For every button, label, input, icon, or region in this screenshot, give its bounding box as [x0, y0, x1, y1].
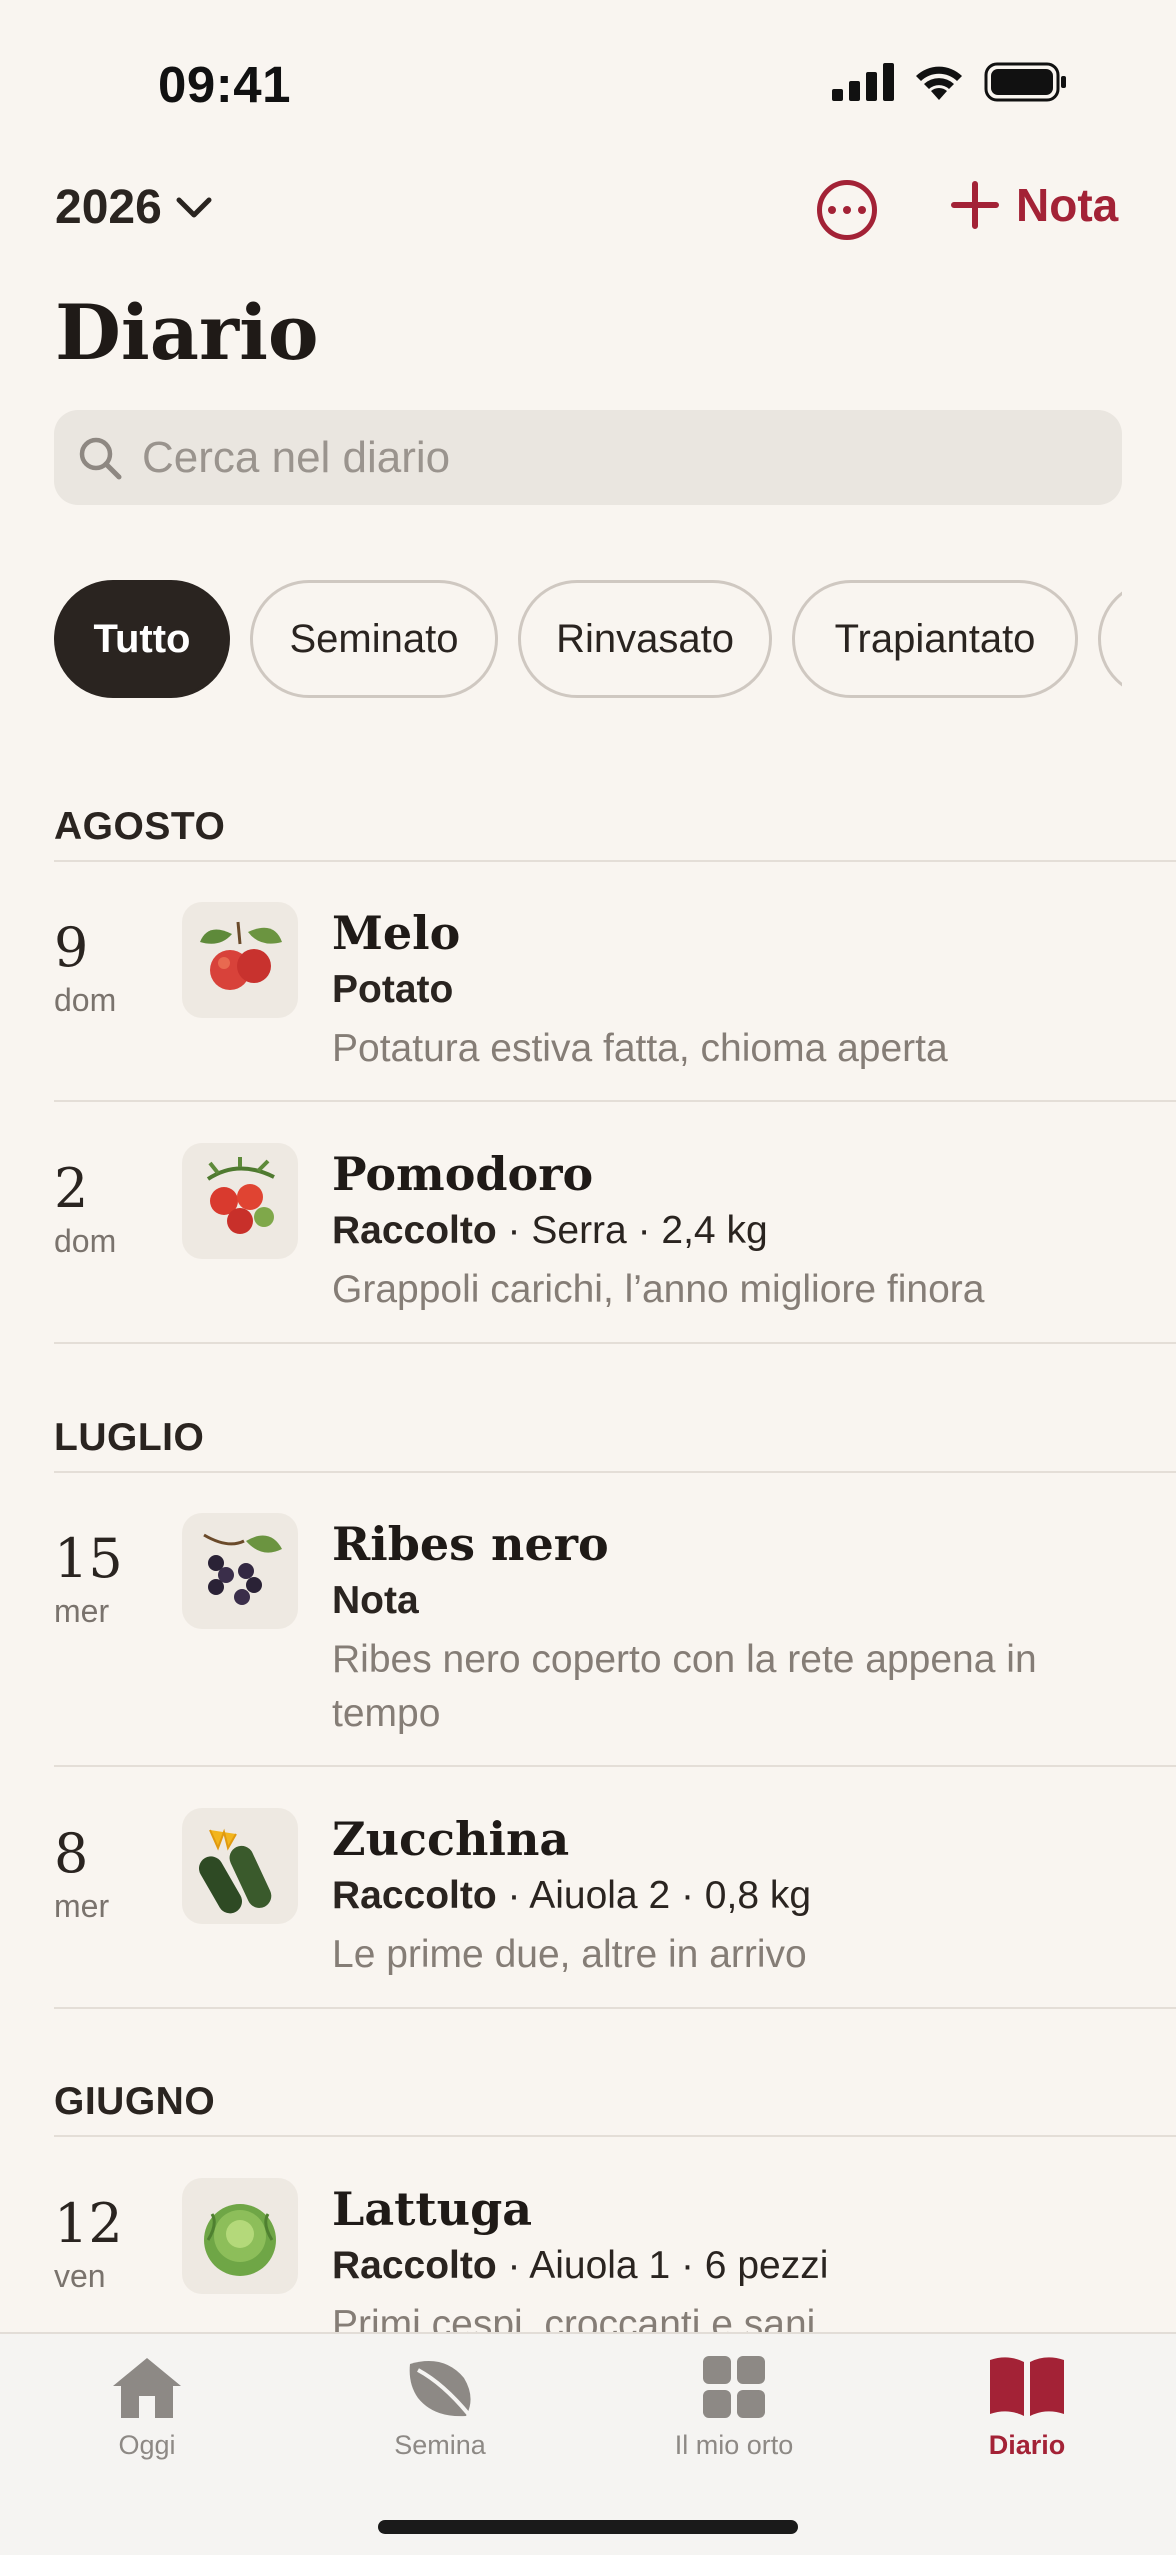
lettuce-icon	[182, 2178, 298, 2294]
search-input[interactable]	[142, 432, 1042, 483]
entry-plant-name: Melo	[332, 906, 461, 960]
grid-icon	[703, 2356, 765, 2418]
tab-oggi[interactable]: Oggi	[47, 2354, 247, 2461]
entry-extra: · Serra · 2,4 kg	[496, 1209, 768, 1252]
entry-note: Ribes nero coperto con la rete appena in…	[332, 1638, 1037, 1735]
tomato-icon	[182, 1143, 298, 1259]
month-header-giugno: GIUGNO	[54, 2080, 216, 2123]
tab-diario[interactable]: Diario	[927, 2354, 1127, 2461]
tab-label: Semina	[394, 2430, 486, 2460]
entry-extra: · Aiuola 1 · 6 pezzi	[496, 2244, 829, 2287]
year-picker[interactable]: 2026	[55, 180, 212, 235]
search-bar[interactable]	[54, 410, 1122, 505]
entry-detail: Raccolto · Aiuola 2 · 0,8 kg	[332, 1874, 811, 1918]
filter-chips: Tutto Seminato Rinvasato Trapiantato	[54, 580, 1122, 700]
entry-weekday: mer	[54, 1888, 110, 1924]
entry-extra: · Aiuola 2 · 0,8 kg	[496, 1874, 812, 1917]
divider	[54, 2007, 1176, 2009]
blackcurrant-icon	[182, 1513, 298, 1629]
month-header-luglio: LUGLIO	[54, 1416, 205, 1459]
entry-note: Potatura estiva fatta, chioma aperta	[332, 1027, 948, 1070]
leaf-icon	[409, 2361, 472, 2418]
entry-day: 9	[54, 916, 89, 979]
divider	[54, 1342, 1176, 1344]
entry-action: Potato	[332, 968, 454, 1011]
add-note-label: Nota	[1016, 179, 1119, 231]
chevron-down-icon	[176, 197, 212, 217]
ellipsis-dot	[843, 206, 851, 214]
entry-day: 8	[54, 1822, 89, 1885]
entry-detail: Raccolto · Aiuola 1 · 6 pezzi	[332, 2244, 828, 2288]
tab-label: Diario	[988, 2430, 1066, 2460]
entry-day: 2	[54, 1157, 89, 1220]
entry-action: Raccolto	[332, 1209, 497, 1252]
entry-weekday: dom	[54, 982, 117, 1018]
tab-label: Oggi	[118, 2430, 176, 2460]
wifi-icon	[916, 66, 962, 100]
add-note-button[interactable]: Nota	[950, 178, 1118, 232]
entry-action: Raccolto	[332, 1874, 497, 1917]
entry-action: Raccolto	[332, 2244, 497, 2287]
ellipsis-icon	[828, 206, 836, 214]
search-icon	[79, 437, 122, 479]
year-label: 2026	[55, 181, 162, 234]
entry-plant-name: Ribes nero	[332, 1517, 609, 1571]
battery-icon	[984, 62, 1066, 102]
status-bar: 09:41	[0, 0, 1176, 150]
entry-plant-name: Zucchina	[332, 1812, 570, 1866]
entry-day: 15	[54, 1527, 123, 1590]
status-time: 09:41	[158, 56, 291, 113]
tab-label: Il mio orto	[674, 2430, 794, 2460]
divider	[54, 860, 1176, 862]
filter-chip-trapiantato[interactable]: Trapiantato	[792, 580, 1078, 698]
entry-plant-name: Lattuga	[332, 2182, 533, 2236]
divider	[54, 1765, 1176, 1767]
month-header-agosto: AGOSTO	[54, 805, 226, 848]
entry-plant-name: Pomodoro	[332, 1147, 594, 1201]
filter-chip-more[interactable]	[1098, 580, 1122, 698]
home-indicator	[378, 2520, 798, 2534]
divider	[54, 2135, 1176, 2137]
more-options-button[interactable]	[817, 180, 877, 240]
divider	[54, 1471, 1176, 1473]
filter-chip-rinvasato[interactable]: Rinvasato	[518, 580, 772, 698]
entry-detail: Potato	[332, 968, 453, 1012]
entry-note: Le prime due, altre in arrivo	[332, 1933, 807, 1976]
page-title: Diario	[55, 288, 319, 377]
zucchini-icon	[182, 1808, 298, 1924]
status-icons	[832, 62, 1068, 102]
entry-day: 12	[54, 2192, 123, 2255]
entry-action: Nota	[332, 1579, 419, 1622]
divider	[54, 1100, 1176, 1102]
ellipsis-dot	[858, 206, 866, 214]
signal-icon	[832, 63, 894, 101]
book-icon	[990, 2357, 1064, 2416]
entry-note: Grappoli carichi, l’anno migliore finora	[332, 1268, 985, 1311]
plus-icon	[951, 181, 999, 229]
entry-weekday: mer	[54, 1593, 110, 1629]
tab-il-mio-orto[interactable]: Il mio orto	[634, 2354, 834, 2461]
filter-chip-tutto[interactable]: Tutto	[54, 580, 230, 698]
entry-weekday: dom	[54, 1223, 117, 1259]
apple-icon	[182, 902, 298, 1018]
filter-chip-seminato[interactable]: Seminato	[250, 580, 498, 698]
tab-semina[interactable]: Semina	[340, 2354, 540, 2461]
entry-detail: Nota	[332, 1579, 419, 1623]
home-icon	[113, 2358, 181, 2418]
entry-weekday: ven	[54, 2258, 106, 2294]
entry-detail: Raccolto · Serra · 2,4 kg	[332, 1209, 768, 1253]
